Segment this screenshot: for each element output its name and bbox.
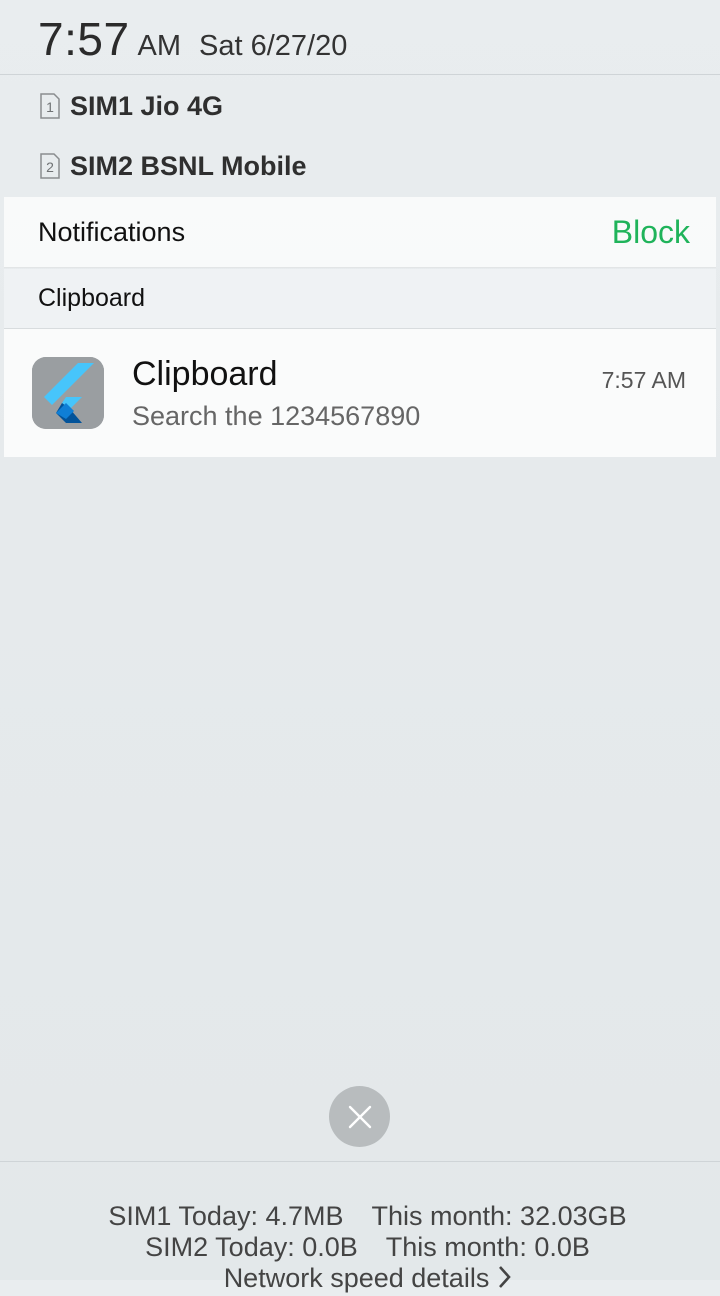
status-clock: 7:57 AM Sat 6/27/20 — [38, 12, 347, 72]
network-speed-details-link[interactable]: Network speed details — [0, 1232, 720, 1296]
clock-date: Sat 6/27/20 — [199, 30, 348, 62]
close-icon — [348, 1105, 371, 1128]
notification-time: 7:57 AM — [601, 367, 686, 393]
sim-card-index: 1 — [46, 99, 54, 115]
network-speed-details-label: Network speed details — [223, 1263, 490, 1293]
clock-ampm: AM — [137, 30, 182, 62]
sim1-row: 1 SIM1 Jio 4G — [40, 88, 223, 124]
block-button[interactable]: Block — [612, 214, 690, 251]
footer-divider — [0, 1161, 720, 1162]
sim2-row: 2 SIM2 BSNL Mobile — [40, 148, 307, 184]
notification-card[interactable]: Clipboard 7:57 AM Search the 1234567890 — [4, 329, 716, 457]
notification-title: Clipboard — [132, 355, 278, 393]
app-section-header: Clipboard — [4, 269, 716, 329]
close-notifications-button[interactable] — [329, 1086, 390, 1147]
notification-body: Search the 1234567890 — [132, 401, 421, 431]
notifications-header: Notifications Block — [4, 197, 716, 268]
flutter-app-icon — [32, 357, 104, 429]
sim-card-index: 2 — [46, 159, 54, 175]
clock-time: 7:57 — [38, 13, 130, 65]
app-section-label: Clipboard — [38, 284, 146, 312]
sim2-label: SIM2 BSNL Mobile — [70, 150, 307, 181]
header-divider — [0, 74, 720, 75]
notifications-title: Notifications — [38, 216, 186, 247]
chevron-right-icon — [497, 1265, 512, 1296]
sim1-label: SIM1 Jio 4G — [70, 90, 224, 121]
sim-card-icon: 1 — [40, 93, 60, 119]
sim-card-icon: 2 — [40, 153, 60, 179]
